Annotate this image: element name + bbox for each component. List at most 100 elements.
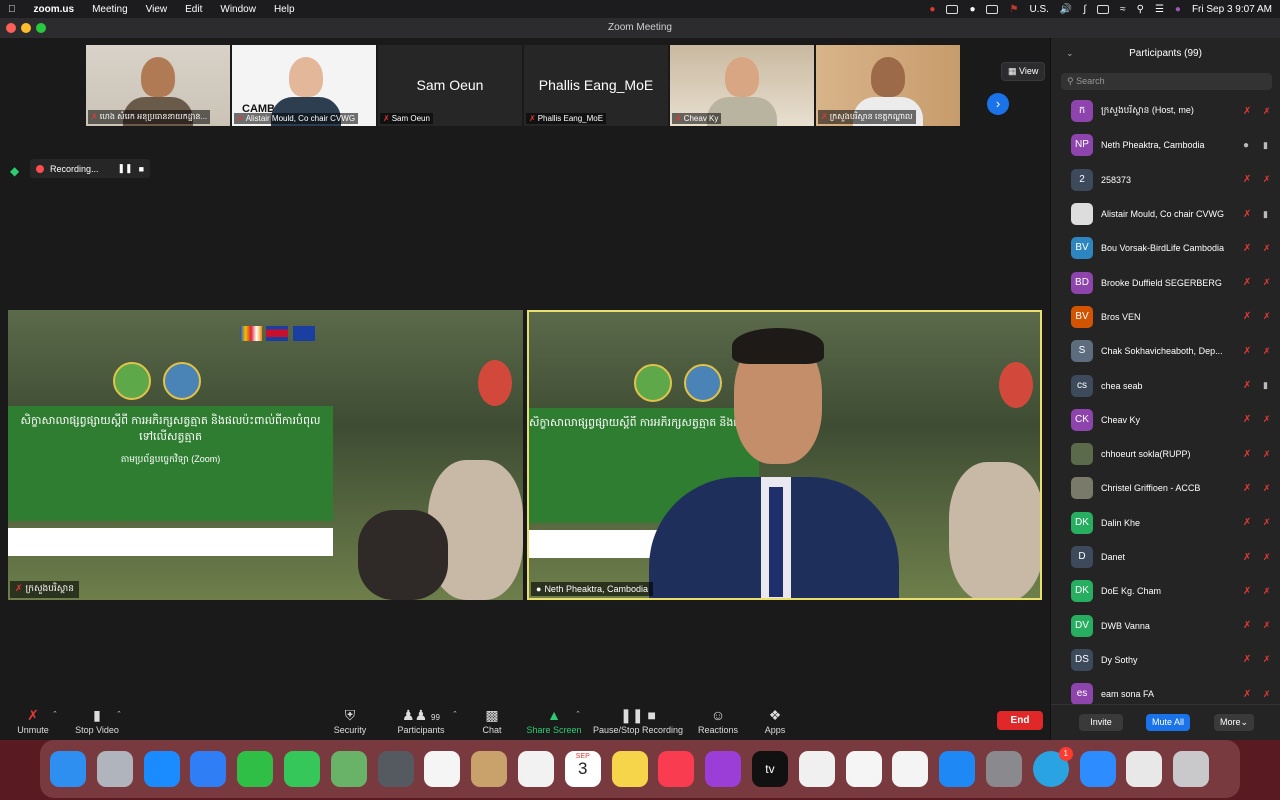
muted-mic-icon[interactable]: ✗ [1243, 174, 1251, 185]
muted-mic-icon[interactable]: ✗ [1243, 414, 1251, 425]
muted-mic-icon[interactable]: ✗ [1243, 277, 1251, 288]
participants-button[interactable]: ♟♟ 99 Participants [395, 707, 447, 735]
video-camera-icon[interactable]: ▮ [1263, 380, 1268, 391]
participant-row[interactable]: ក ក្រសួងបរិស្ថាន (Host, me) ✗ ✗ [1051, 94, 1280, 128]
notes-icon[interactable] [611, 751, 648, 787]
video-off-icon[interactable]: ✗ [1263, 243, 1271, 254]
participant-row[interactable]: DV DWB Vanna ✗ ✗ [1051, 608, 1280, 642]
search-icon[interactable]: ⚲ [1137, 4, 1144, 15]
safari-icon[interactable] [143, 751, 180, 787]
video-off-icon[interactable]: ✗ [1263, 174, 1271, 185]
participant-row[interactable]: BV Bros VEN ✗ ✗ [1051, 300, 1280, 334]
launchpad-icon[interactable] [96, 751, 133, 787]
facetime-icon[interactable] [237, 751, 274, 787]
muted-mic-icon[interactable]: ✗ [1243, 620, 1251, 631]
encryption-shield-icon[interactable]: ◆ [10, 164, 19, 178]
screen-icon[interactable] [946, 4, 959, 14]
muted-mic-icon[interactable]: ✗ [1243, 586, 1251, 597]
participant-search-input[interactable]: ⚲ Search [1061, 73, 1272, 90]
video-thumbnail[interactable]: Phallis Eang_MoE ✗ Phallis Eang_MoE [524, 45, 668, 126]
bluetooth-icon[interactable]: ∫ [1083, 4, 1086, 15]
participant-row[interactable]: chhoeurt sokla(RUPP) ✗ ✗ [1051, 437, 1280, 471]
more-button[interactable]: More⌄ [1214, 714, 1254, 731]
telegram-icon[interactable]: 1 [1032, 747, 1073, 787]
zoom-window-button[interactable] [36, 23, 46, 33]
participant-row[interactable]: NP Neth Pheaktra, Cambodia ● ▮ [1051, 128, 1280, 162]
video-off-icon[interactable]: ✗ [1263, 346, 1271, 357]
audio-options-chevron[interactable]: ˆ [50, 707, 60, 725]
app-store-icon[interactable] [939, 751, 976, 787]
muted-mic-icon[interactable]: ✗ [1243, 243, 1251, 254]
participant-row[interactable]: Christel Griffioen - ACCB ✗ ✗ [1051, 471, 1280, 505]
video-off-icon[interactable]: ✗ [1263, 106, 1271, 117]
apple-icon[interactable]:  [8, 4, 16, 15]
calendar-icon[interactable]: SEP 3 [564, 751, 601, 787]
muted-mic-icon[interactable]: ✗ [1243, 689, 1251, 700]
video-thumbnail[interactable]: ✗ Cheav Ky [670, 45, 814, 126]
muted-mic-icon[interactable]: ✗ [1243, 654, 1251, 665]
video-off-icon[interactable]: ✗ [1263, 311, 1271, 322]
pause-stop-recording-button[interactable]: ❚❚ ■ Pause/Stop Recording [592, 707, 684, 735]
video-off-icon[interactable]: ✗ [1263, 483, 1271, 494]
siri-icon[interactable]: ● [1175, 4, 1181, 15]
tv-icon[interactable]: tv [751, 751, 788, 787]
video-off-icon[interactable]: ✗ [1263, 277, 1271, 288]
photos-icon[interactable] [424, 751, 461, 787]
video-off-icon[interactable]: ✗ [1263, 620, 1271, 631]
muted-mic-icon[interactable]: ✗ [1243, 346, 1251, 357]
video-off-icon[interactable]: ✗ [1263, 586, 1271, 597]
muted-mic-icon[interactable]: ✗ [1243, 209, 1251, 220]
muted-mic-icon[interactable]: ✗ [1243, 449, 1251, 460]
video-off-icon[interactable]: ✗ [1263, 689, 1271, 700]
stop-recording-icon[interactable]: ■ [139, 164, 144, 174]
document-icon[interactable] [1126, 751, 1163, 787]
participant-row[interactable]: BD Brooke Duffield SEGERBERG ✗ ✗ [1051, 265, 1280, 299]
video-thumbnail[interactable]: CAMBODIA ✗Alistair Mould, Co chair CVWG [232, 45, 376, 126]
mute-all-button[interactable]: Mute All [1146, 714, 1190, 731]
participant-row[interactable]: S Chak Sokhavicheaboth, Dep... ✗ ✗ [1051, 334, 1280, 368]
chat-button[interactable]: ▩ Chat [477, 707, 507, 735]
participant-row[interactable]: D Danet ✗ ✗ [1051, 540, 1280, 574]
active-speaker-tile[interactable]: សិក្ខាសាលាផ្សព្វផ្សាយស្តីពី ការអភិរក្សសត… [527, 310, 1042, 600]
end-meeting-button[interactable]: End [997, 711, 1043, 730]
participant-row[interactable]: Alistair Mould, Co chair CVWG ✗ ▮ [1051, 197, 1280, 231]
participant-row[interactable]: cs chea seab ✗ ▮ [1051, 368, 1280, 402]
video-thumbnail[interactable]: ✗ ហេង សំរេក អនុប្រធាននាយកដ្ឋាន... [86, 45, 230, 126]
contacts-icon[interactable] [471, 751, 508, 787]
menu-help[interactable]: Help [274, 4, 295, 15]
news-icon[interactable] [798, 751, 835, 787]
messages-icon[interactable] [283, 751, 320, 787]
video-thumbnail[interactable]: ✗ ក្រសួងបរិស្ថាន ខេត្តកណ្តាល [816, 45, 960, 126]
share-options-chevron[interactable]: ˆ [573, 707, 583, 725]
mail-icon[interactable] [190, 751, 227, 787]
participant-row[interactable]: DK Dalin Khe ✗ ✗ [1051, 506, 1280, 540]
participant-row[interactable]: DS Dy Sothy ✗ ✗ [1051, 643, 1280, 677]
zoom-status-icon[interactable]: ● [929, 4, 935, 15]
invite-button[interactable]: Invite [1079, 714, 1123, 731]
system-preferences-icon[interactable] [985, 751, 1022, 787]
apps-button[interactable]: ❖ Apps [760, 707, 790, 735]
trash-icon[interactable] [1173, 751, 1210, 787]
zoom-icon[interactable] [1079, 751, 1116, 787]
video-options-chevron[interactable]: ˆ [114, 707, 124, 725]
pause-recording-icon[interactable]: ❚❚ [117, 163, 132, 174]
screenshot-icon[interactable] [377, 751, 414, 787]
clock[interactable]: Fri Sep 3 9:07 AM [1192, 4, 1272, 15]
participant-row[interactable]: BV Bou Vorsak-BirdLife Cambodia ✗ ✗ [1051, 231, 1280, 265]
menu-window[interactable]: Window [220, 4, 256, 15]
video-camera-icon[interactable]: ▮ [1263, 209, 1268, 220]
collapse-panel-icon[interactable]: ⌄ [1066, 48, 1074, 59]
video-thumbnail[interactable]: Sam Oeun ✗ Sam Oeun [378, 45, 522, 126]
podcasts-icon[interactable] [705, 751, 742, 787]
muted-mic-icon[interactable]: ✗ [1243, 517, 1251, 528]
volume-icon[interactable]: 🔊 [1060, 4, 1072, 15]
participant-row[interactable]: 2 258373 ✗ ✗ [1051, 163, 1280, 197]
video-off-icon[interactable]: ✗ [1263, 414, 1271, 425]
muted-mic-icon[interactable]: ✗ [1243, 483, 1251, 494]
pages-icon[interactable] [892, 751, 929, 787]
wifi-icon[interactable]: ≈ [1120, 4, 1126, 15]
minimize-window-button[interactable] [21, 23, 31, 33]
display-icon[interactable] [986, 4, 999, 14]
view-button[interactable]: ▦ View [1001, 62, 1046, 81]
muted-mic-icon[interactable]: ✗ [1243, 106, 1251, 117]
